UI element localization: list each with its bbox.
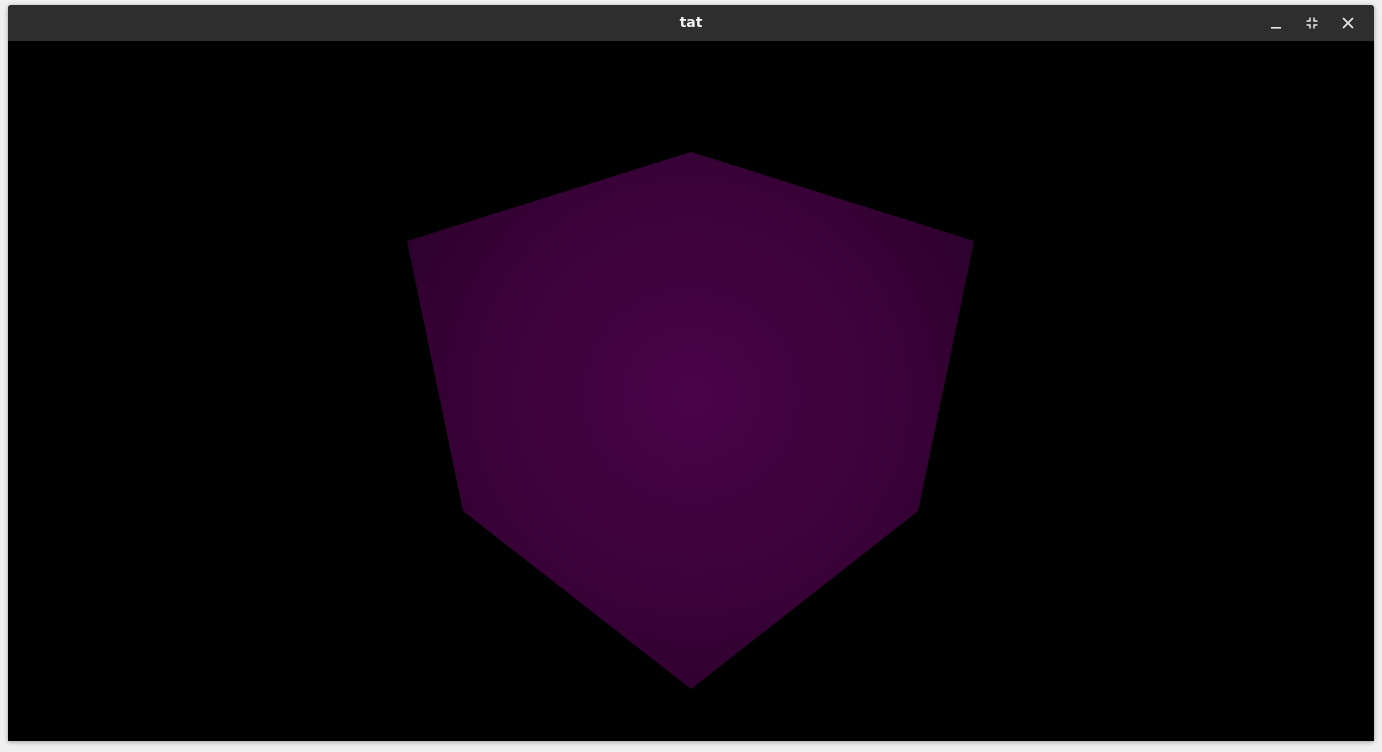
scene-canvas: [8, 41, 1374, 741]
restore-button[interactable]: [1294, 5, 1330, 41]
window-controls: [1258, 5, 1366, 41]
close-icon: [1342, 17, 1354, 29]
title-bar[interactable]: tat: [8, 5, 1374, 42]
minimize-icon: [1271, 27, 1281, 29]
restore-icon: [1306, 17, 1318, 29]
minimize-button[interactable]: [1258, 5, 1294, 41]
window-title: tat: [679, 15, 703, 31]
app-window: tat: [8, 5, 1374, 741]
close-button[interactable]: [1330, 5, 1366, 41]
render-viewport[interactable]: [8, 41, 1374, 741]
